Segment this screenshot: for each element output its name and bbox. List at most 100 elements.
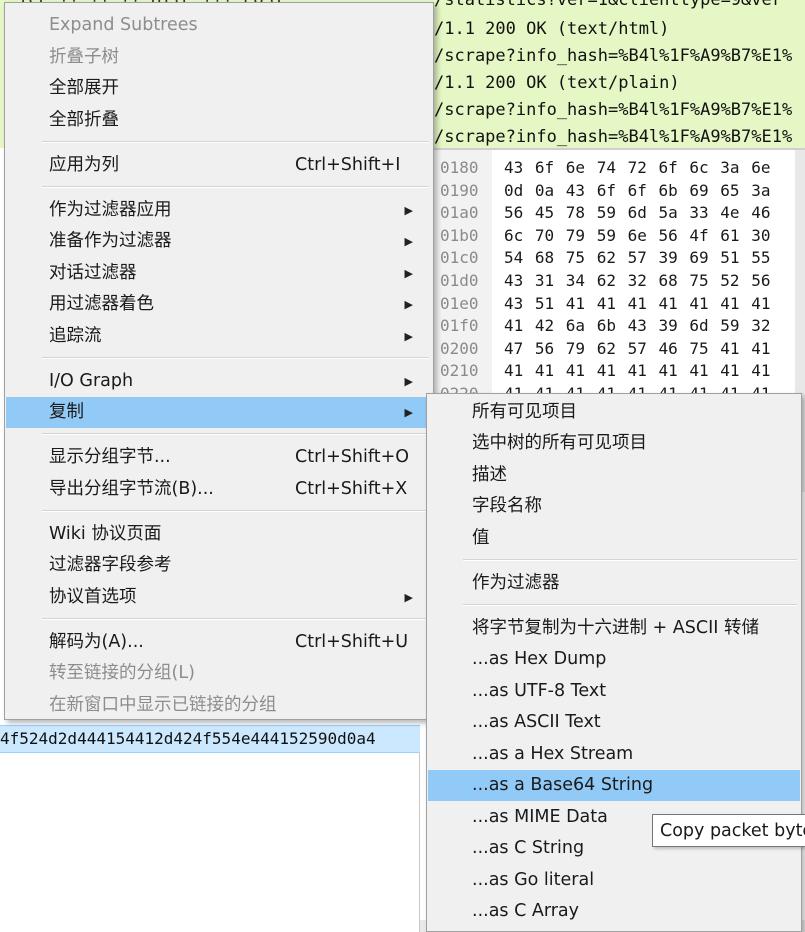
- menu-item-as-hex-dump[interactable]: ...as Hex Dump: [428, 644, 800, 675]
- menu-item-shortcut: Ctrl+Shift+X: [295, 479, 408, 499]
- menu-item-collapse-all[interactable]: 全部折叠: [6, 105, 432, 136]
- menu-item-filter-field-reference[interactable]: 过滤器字段参考: [6, 550, 432, 581]
- menu-item-export-packet-bytes[interactable]: 导出分组字节流(B)... Ctrl+Shift+X: [6, 474, 432, 505]
- hex-bytes: 43 51 41 41 41 41 41 41 41: [504, 293, 771, 313]
- menu-item-label: 值: [472, 528, 490, 548]
- hex-row: 01c0 54 68 75 62 57 39 69 51 55: [432, 247, 805, 270]
- menu-item-value[interactable]: 值: [428, 523, 800, 554]
- menu-item-protocol-preferences[interactable]: 协议首选项 ▶: [6, 582, 432, 613]
- menu-item-label: 显示分组字节...: [49, 447, 171, 467]
- context-menu[interactable]: Expand Subtrees 折叠子树 全部展开 全部折叠 应用为列 Ctrl…: [4, 2, 434, 720]
- menu-item-label: 协议首选项: [49, 587, 137, 607]
- menu-item-decode-as[interactable]: 解码为(A)... Ctrl+Shift+U: [6, 627, 432, 658]
- menu-item-as-base64-string[interactable]: ...as a Base64 String: [428, 770, 800, 801]
- hex-bytes: 43 31 34 62 32 68 75 52 56: [504, 271, 771, 290]
- menu-item-show-packet-bytes[interactable]: 显示分组字节... Ctrl+Shift+O: [6, 442, 432, 473]
- menu-item-wiki-protocol-page[interactable]: Wiki 协议页面: [6, 519, 432, 550]
- menu-item-label: 选中树的所有可见项目: [472, 433, 647, 453]
- hex-row: 01e0 43 51 41 41 41 41 41 41 41: [432, 293, 805, 316]
- menu-item-colorize-with-filter[interactable]: 用过滤器着色 ▶: [6, 289, 432, 320]
- menu-item-all-visible-selected-tree-items[interactable]: 选中树的所有可见项目: [428, 428, 800, 459]
- menu-item-label: ...as Go literal: [472, 870, 595, 890]
- packet-info: /1.1 200 OK (text/html): [434, 19, 670, 39]
- menu-item-label: 对话过滤器: [49, 263, 137, 283]
- menu-item-label: 在新窗口中显示已链接的分组: [49, 695, 277, 715]
- hex-bytes: 47 56 79 62 57 46 75 41 41: [504, 338, 771, 358]
- menu-item-label: 过滤器字段参考: [49, 555, 172, 575]
- menu-item-apply-as-filter[interactable]: 作为过滤器应用 ▶: [6, 195, 432, 226]
- menu-separator: [42, 510, 429, 512]
- hex-bytes: 43 6f 6e 74 72 6f 6c 3a 6e: [504, 158, 771, 177]
- submenu-arrow-icon: ▶: [404, 267, 413, 280]
- menu-separator: [42, 357, 429, 359]
- menu-item-label: ...as a Hex Stream: [472, 744, 634, 764]
- selected-hex-stream[interactable]: 4f524d2d444154412d424f554e444152590d0a4: [0, 725, 420, 753]
- menu-item-label: 描述: [472, 465, 507, 485]
- menu-item-shortcut: Ctrl+Shift+U: [295, 632, 409, 652]
- packet-info: /scrape?info_hash=%B4l%1F%A9%B7%E1%: [434, 127, 793, 147]
- hex-offset: 0200: [440, 338, 479, 358]
- menu-separator: [463, 604, 797, 606]
- menu-item-label: 全部折叠: [49, 110, 119, 130]
- menu-item-label: ...as a Base64 String: [472, 775, 654, 795]
- menu-item-label: 复制: [49, 402, 84, 422]
- menu-item-as-utf8-text[interactable]: ...as UTF-8 Text: [428, 676, 800, 707]
- menu-item-apply-as-column[interactable]: 应用为列 Ctrl+Shift+I: [6, 150, 432, 181]
- menu-item-label: ...as UTF-8 Text: [472, 681, 607, 701]
- hex-bytes: 56 45 78 59 6d 5a 33 4e 46: [504, 203, 771, 223]
- menu-item-shortcut: Ctrl+Shift+O: [295, 447, 410, 467]
- menu-item-follow-stream[interactable]: 追踪流 ▶: [6, 321, 432, 352]
- menu-item-expand-subtrees[interactable]: Expand Subtrees: [6, 10, 432, 41]
- menu-item-as-filter[interactable]: 作为过滤器: [428, 568, 800, 599]
- hex-row: 0200 47 56 79 62 57 46 75 41 41: [432, 338, 805, 361]
- menu-item-copy-bytes-hex-ascii[interactable]: 将字节复制为十六进制 + ASCII 转储: [428, 613, 800, 644]
- menu-separator: [42, 186, 429, 188]
- hex-bytes: 6c 70 79 59 6e 56 4f 61 30: [504, 225, 771, 245]
- menu-item-label: Wiki 协议页面: [49, 524, 162, 544]
- menu-item-prepare-as-filter[interactable]: 准备作为过滤器 ▶: [6, 226, 432, 257]
- menu-item-as-hex-stream[interactable]: ...as a Hex Stream: [428, 739, 800, 770]
- menu-item-expand-all[interactable]: 全部展开: [6, 73, 432, 104]
- menu-item-label: ...as ASCII Text: [472, 712, 601, 732]
- hex-offset: 01f0: [440, 316, 479, 336]
- menu-item-label: 用过滤器着色: [49, 294, 154, 314]
- hex-offset: 01c0: [440, 248, 479, 268]
- hex-bytes: 41 41 41 41 41 41 41 41 41: [504, 361, 771, 381]
- hex-bytes: 41 42 6a 6b 43 39 6d 59 32: [504, 316, 771, 336]
- menu-item-all-visible-items[interactable]: 所有可见项目: [428, 397, 800, 428]
- menu-item-conversation-filter[interactable]: 对话过滤器 ▶: [6, 258, 432, 289]
- hex-row: 0210 41 41 41 41 41 41 41 41 41: [432, 360, 805, 383]
- menu-item-label: 作为过滤器: [472, 573, 560, 593]
- menu-item-label: 所有可见项目: [472, 402, 577, 422]
- menu-item-copy[interactable]: 复制 ▶: [6, 397, 432, 428]
- menu-item-as-c-array[interactable]: ...as C Array: [428, 896, 800, 927]
- menu-item-go-to-linked-packet[interactable]: 转至链接的分组(L): [6, 658, 432, 689]
- menu-item-label: ...as C String: [472, 838, 585, 858]
- menu-item-collapse-subtrees[interactable]: 折叠子树: [6, 42, 432, 73]
- tooltip: Copy packet bytes: [652, 814, 805, 847]
- menu-item-label: 解码为(A)...: [49, 632, 144, 652]
- menu-item-as-go-literal[interactable]: ...as Go literal: [428, 865, 800, 896]
- menu-item-as-ascii-text[interactable]: ...as ASCII Text: [428, 707, 800, 738]
- submenu-arrow-icon: ▶: [404, 204, 413, 217]
- menu-item-label: ...as Hex Dump: [472, 649, 607, 669]
- hex-offset: 01a0: [440, 203, 479, 223]
- menu-item-field-name[interactable]: 字段名称: [428, 491, 800, 522]
- menu-item-label: 字段名称: [472, 496, 542, 516]
- hex-offset: 0190: [440, 180, 479, 200]
- menu-separator: [42, 141, 429, 143]
- packet-info: /scrape?info_hash=%B4l%1F%A9%B7%E1%: [434, 100, 793, 120]
- menu-item-label: 全部展开: [49, 78, 119, 98]
- menu-item-io-graph[interactable]: I/O Graph ▶: [6, 366, 432, 397]
- menu-item-description[interactable]: 描述: [428, 460, 800, 491]
- menu-item-shortcut: Ctrl+Shift+I: [295, 155, 401, 175]
- menu-item-label: 作为过滤器应用: [49, 200, 172, 220]
- hex-row: 01b0 6c 70 79 59 6e 56 4f 61 30: [432, 225, 805, 248]
- menu-item-show-linked-packet-new-window[interactable]: 在新窗口中显示已链接的分组: [6, 690, 432, 721]
- pane-divider[interactable]: [419, 752, 420, 932]
- packet-info: /scrape?info_hash=%B4l%1F%A9%B7%E1%: [434, 46, 793, 66]
- hex-row: 01f0 41 42 6a 6b 43 39 6d 59 32: [432, 315, 805, 338]
- hex-bytes: 54 68 75 62 57 39 69 51 55: [504, 248, 771, 268]
- copy-submenu[interactable]: 所有可见项目 选中树的所有可见项目 描述 字段名称 值 作为过滤器 将字节复制为…: [426, 393, 802, 932]
- hex-offset: 01b0: [440, 225, 479, 245]
